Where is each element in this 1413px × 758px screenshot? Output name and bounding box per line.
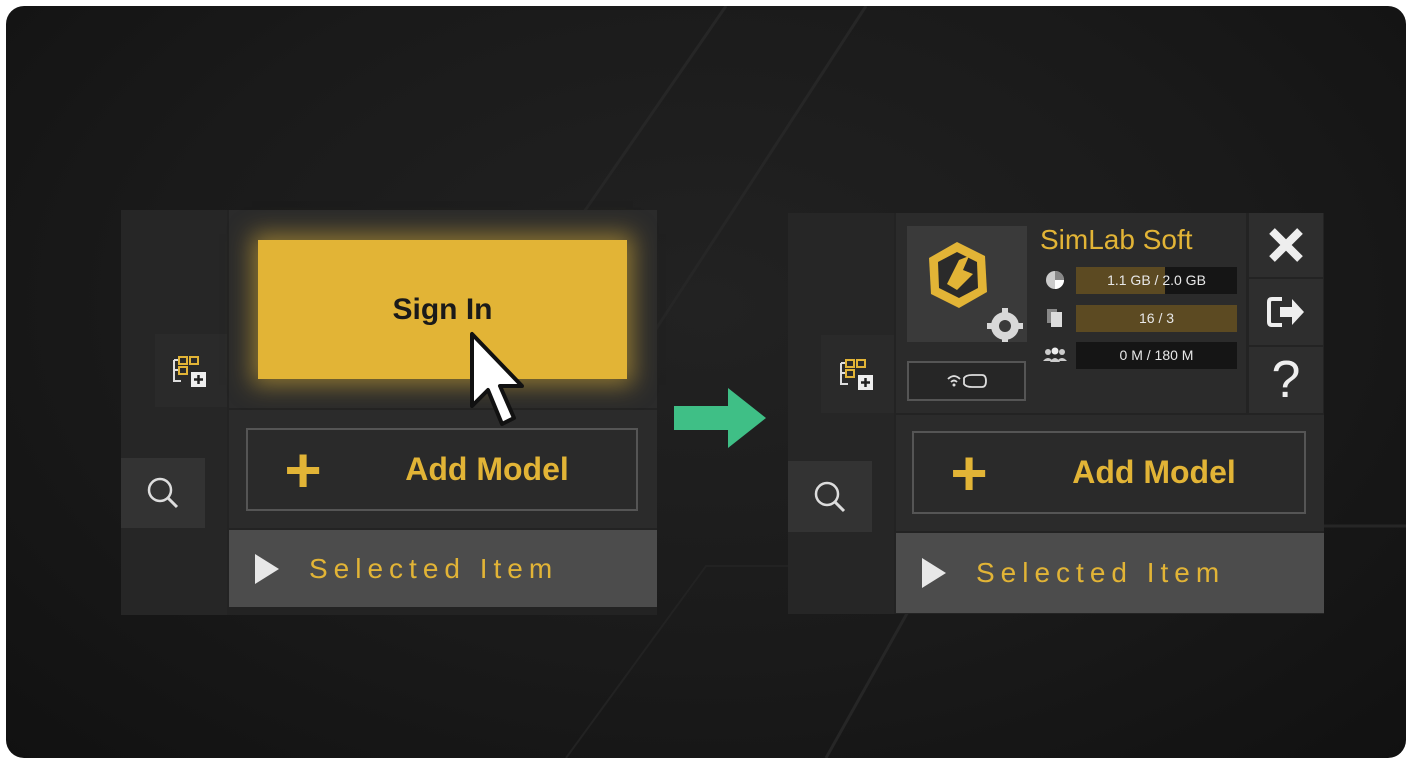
sign-out-icon (1267, 297, 1304, 327)
storage-value: 1.1 GB / 2.0 GB (1107, 272, 1206, 288)
search-button[interactable] (121, 458, 205, 528)
sign-out-button[interactable] (1249, 279, 1323, 345)
avatar[interactable] (907, 226, 1027, 344)
sign-in-button[interactable]: Sign In (258, 240, 627, 379)
pages-icon (1040, 306, 1070, 330)
users-stat: 0 M / 180 M (1040, 340, 1237, 370)
selected-item-row[interactable]: Selected Item (229, 530, 657, 607)
close-button[interactable] (1249, 213, 1323, 277)
close-icon (1269, 228, 1303, 262)
pages-value: 16 / 3 (1138, 310, 1175, 326)
help-button[interactable]: ? (1249, 347, 1323, 413)
add-model-button[interactable]: + Add Model (246, 428, 638, 511)
wireless-headset-icon (946, 374, 987, 388)
users-bar: 0 M / 180 M (1076, 341, 1237, 369)
plus-icon: + (284, 433, 322, 506)
wireless-device-button[interactable] (907, 361, 1026, 401)
pages-stat: 16 / 3 (1040, 303, 1237, 333)
transition-arrow-icon (674, 388, 766, 448)
storage-pie-icon (1040, 268, 1070, 292)
dragon-logo-icon (929, 242, 1023, 344)
storage-bar: 1.1 GB / 2.0 GB (1076, 266, 1237, 294)
search-button-after[interactable] (788, 461, 872, 532)
user-name: SimLab Soft (1040, 224, 1193, 255)
add-model-label: Add Model (405, 451, 569, 487)
play-icon (922, 558, 946, 588)
storage-stat: 1.1 GB / 2.0 GB (1040, 265, 1237, 295)
mouse-cursor-icon (470, 332, 524, 426)
selected-item-label: Selected Item (976, 557, 1226, 588)
add-layer-button[interactable] (155, 334, 227, 407)
sign-in-label: Sign In (392, 292, 493, 326)
layer-add-icon (839, 359, 873, 390)
search-icon (814, 481, 846, 512)
left-toolbar (121, 210, 227, 615)
users-icon (1040, 343, 1070, 367)
plus-icon: + (950, 436, 988, 509)
layer-add-icon (173, 355, 206, 387)
left-toolbar-after (788, 213, 894, 614)
add-layer-button-after[interactable] (821, 335, 894, 413)
play-icon (255, 553, 279, 584)
selected-item-row-after[interactable]: Selected Item (896, 533, 1324, 613)
selected-item-label: Selected Item (309, 552, 559, 584)
add-model-button-after[interactable]: + Add Model (912, 431, 1306, 514)
add-model-label: Add Model (1072, 454, 1236, 490)
pages-bar: 16 / 3 (1076, 304, 1237, 332)
users-value: 0 M / 180 M (1119, 347, 1194, 363)
help-icon: ? (1271, 351, 1301, 409)
search-icon (147, 477, 179, 509)
